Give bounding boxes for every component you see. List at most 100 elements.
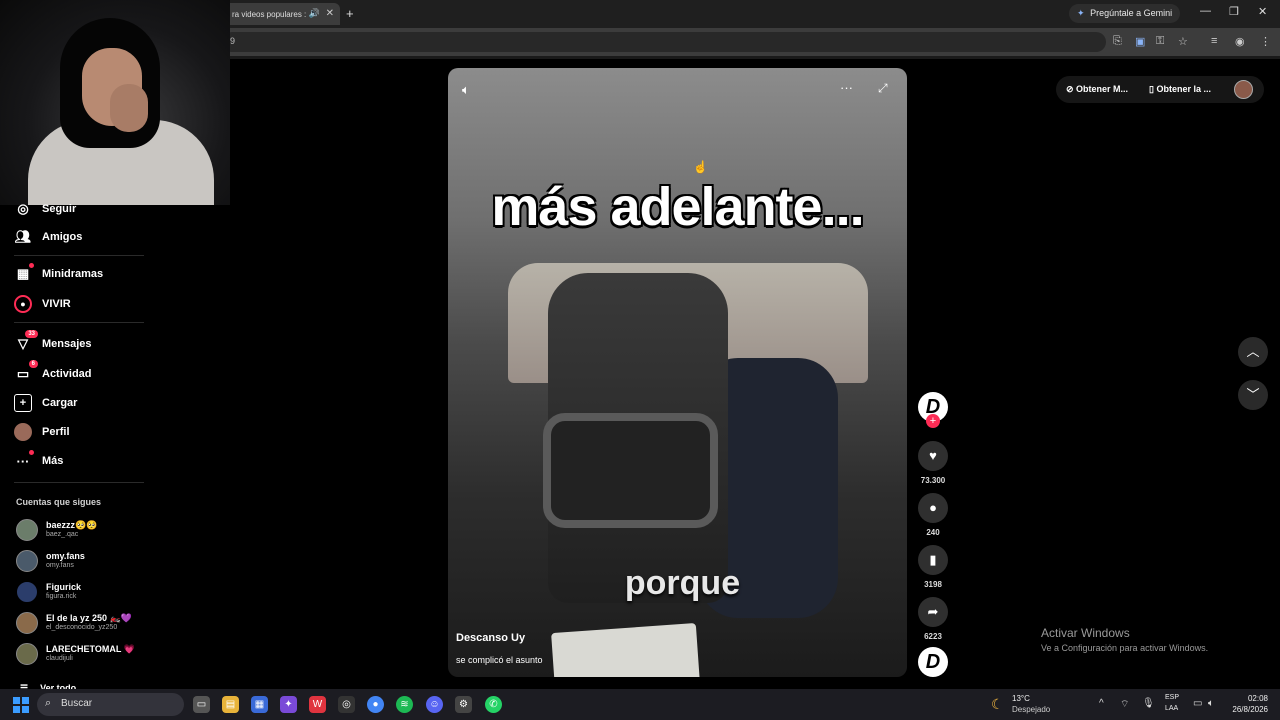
sidebar-item-mensajes[interactable]: ▽ 33 Mensajes [14, 330, 92, 355]
search-placeholder: Buscar [61, 698, 93, 709]
more-options-icon[interactable]: ··· [840, 80, 853, 95]
sidebar-item-cargar[interactable]: + Cargar [14, 392, 77, 414]
store-icon[interactable]: ▦ [251, 696, 268, 713]
volume-icon[interactable]: 🔈︎ [462, 82, 470, 98]
sidebar-item-label: VIVIR [42, 298, 71, 310]
file-explorer-icon[interactable]: ▤ [222, 696, 239, 713]
video-author[interactable]: Descanso Uy [456, 632, 525, 644]
followed-account[interactable]: El de la yz 250 🏍️💜 el_desconocido_yz250 [16, 611, 156, 637]
whatsapp-icon[interactable]: ✆ [485, 696, 502, 713]
get-mobile-app-button[interactable]: ▯ Obtener la ... [1149, 84, 1211, 95]
display-icon[interactable]: ▭ [1193, 698, 1202, 709]
microphone-icon[interactable]: 🎙︎ [1142, 698, 1155, 709]
account-username: omy.fans [46, 562, 74, 569]
windows-activation-title: Activar Windows [1041, 626, 1130, 640]
windows-start-icon[interactable] [13, 697, 29, 713]
keyboard-language[interactable]: ESP [1165, 694, 1179, 701]
url-text: 9 [230, 36, 236, 46]
sidebar-divider [14, 482, 144, 483]
next-video-button[interactable]: ﹀ [1238, 380, 1268, 410]
previous-video-button[interactable]: ︿ [1238, 337, 1268, 367]
clock-time[interactable]: 02:08 [1236, 694, 1268, 703]
keyboard-layout[interactable]: LAA [1165, 705, 1178, 712]
followed-account[interactable]: omy.fans omy.fans [16, 549, 156, 575]
gemini-button[interactable]: ✦ Pregúntale a Gemini [1069, 4, 1181, 23]
video-caption-top: más adelante... [491, 177, 864, 237]
followed-account[interactable]: Figurick figura.rick [16, 580, 156, 606]
tab-close-icon[interactable]: ✕ [326, 8, 334, 19]
sidebar-divider [14, 255, 144, 256]
browser-menu-icon[interactable]: ⋮ [1260, 35, 1271, 48]
get-desktop-app-button[interactable]: ⊘ Obtener M... [1066, 84, 1128, 95]
volume-tray-icon[interactable]: 🔈︎ [1208, 698, 1214, 709]
sidebar-item-label: Actividad [42, 368, 92, 380]
sidebar-item-vivir[interactable]: ● VIVIR [14, 293, 71, 315]
share-count: 6223 [924, 632, 942, 641]
discord-icon[interactable]: ☺ [426, 696, 443, 713]
save-button[interactable]: ▮ [918, 545, 948, 575]
speaker-icon[interactable]: 🔊 [309, 8, 320, 19]
new-tab-button[interactable]: + [346, 6, 354, 21]
video-caption-bottom: porque [624, 564, 741, 602]
account-username: claudijuli [46, 655, 73, 662]
screen: ra videos populares : 🔊 ✕ + ✦ Pregúntale… [0, 0, 1280, 720]
copilot-icon[interactable]: ✦ [280, 696, 297, 713]
password-key-icon[interactable]: ⚿ [1156, 35, 1164, 48]
account-name: LARECHETOMAL 💗 [46, 644, 135, 654]
sidebar-item-mas[interactable]: ··· Más [14, 450, 63, 472]
account-username: figura.rick [46, 593, 77, 600]
followed-account[interactable]: LARECHETOMAL 💗 claudijuli [16, 642, 156, 668]
bookmark-icon: ▮ [929, 552, 937, 567]
video-phone [551, 623, 700, 677]
sidebar-item-minidramas[interactable]: ▦ Minidramas [14, 263, 103, 285]
heart-icon: ♥ [929, 448, 937, 463]
gemini-label: Pregúntale a Gemini [1090, 8, 1173, 18]
clock-date[interactable]: 26/8/2026 [1222, 705, 1268, 714]
sidebar-item-label: Perfil [42, 426, 70, 438]
spotify-icon[interactable]: ≋ [396, 696, 413, 713]
mouse-cursor-icon: ☝ [693, 160, 708, 174]
video-seat-opening [543, 413, 718, 528]
follow-plus-icon[interactable]: + [926, 414, 940, 428]
network-icon[interactable]: ⌔ [1120, 698, 1129, 711]
sidebar-item-seguir[interactable]: ◎ Seguir [14, 198, 76, 220]
browser-tab[interactable]: ra videos populares : 🔊 ✕ [222, 3, 340, 25]
reading-list-icon[interactable]: ≡ [1211, 35, 1217, 47]
install-app-icon[interactable]: ▣ [1135, 35, 1145, 48]
sidebar-item-actividad[interactable]: ▭ 6 Actividad [14, 360, 92, 385]
task-view-icon[interactable]: ▭ [193, 696, 210, 713]
profile-avatar-icon[interactable]: ◉ [1235, 35, 1245, 48]
user-avatar[interactable] [1234, 80, 1253, 99]
followed-account[interactable]: baezzz🥺🥺 baez_.qac [16, 518, 156, 544]
weather-temperature[interactable]: 13°C [1012, 694, 1030, 703]
chrome-icon[interactable]: ● [367, 696, 384, 713]
sidebar-item-label: Mensajes [42, 338, 92, 350]
profile-icon [14, 423, 32, 441]
restore-button[interactable]: ❐ [1229, 5, 1239, 18]
show-hidden-icons[interactable]: ^ [1099, 698, 1104, 709]
bookmark-star-icon[interactable]: ☆ [1178, 35, 1188, 48]
share-button[interactable]: ➦ [918, 597, 948, 627]
taskbar-search[interactable]: ⌕ Buscar [37, 693, 184, 716]
get-app-label: Obtener M... [1076, 84, 1129, 94]
obs-icon[interactable]: ◎ [338, 696, 355, 713]
comment-button[interactable]: ● [918, 493, 948, 523]
tab-title: ra videos populares : [232, 10, 307, 19]
sidebar-item-amigos[interactable]: 👥︎ Amigos [14, 226, 83, 248]
account-username: baez_.qac [46, 531, 79, 538]
translate-icon[interactable]: ⎘ [1113, 35, 1122, 48]
weather-condition[interactable]: Despejado [1012, 705, 1050, 714]
video-player[interactable]: más adelante... porque ☝ 🔈︎ ··· ⤢ Descan… [448, 68, 907, 677]
minimize-button[interactable]: — [1200, 5, 1211, 17]
fullscreen-icon[interactable]: ⤢ [878, 81, 888, 96]
weather-moon-icon[interactable]: ☾ [991, 696, 1004, 713]
address-bar[interactable]: 9 [222, 32, 1106, 52]
like-button[interactable]: ♥ [918, 441, 948, 471]
close-window-button[interactable]: ✕ [1258, 5, 1267, 18]
comment-count: 240 [926, 528, 940, 537]
wps-icon[interactable]: W [309, 696, 326, 713]
settings-gear-icon[interactable]: ⚙ [455, 696, 472, 713]
music-disc-icon[interactable]: D [918, 647, 948, 677]
sidebar-item-perfil[interactable]: Perfil [14, 421, 70, 443]
sidebar-item-label: Cargar [42, 397, 78, 409]
